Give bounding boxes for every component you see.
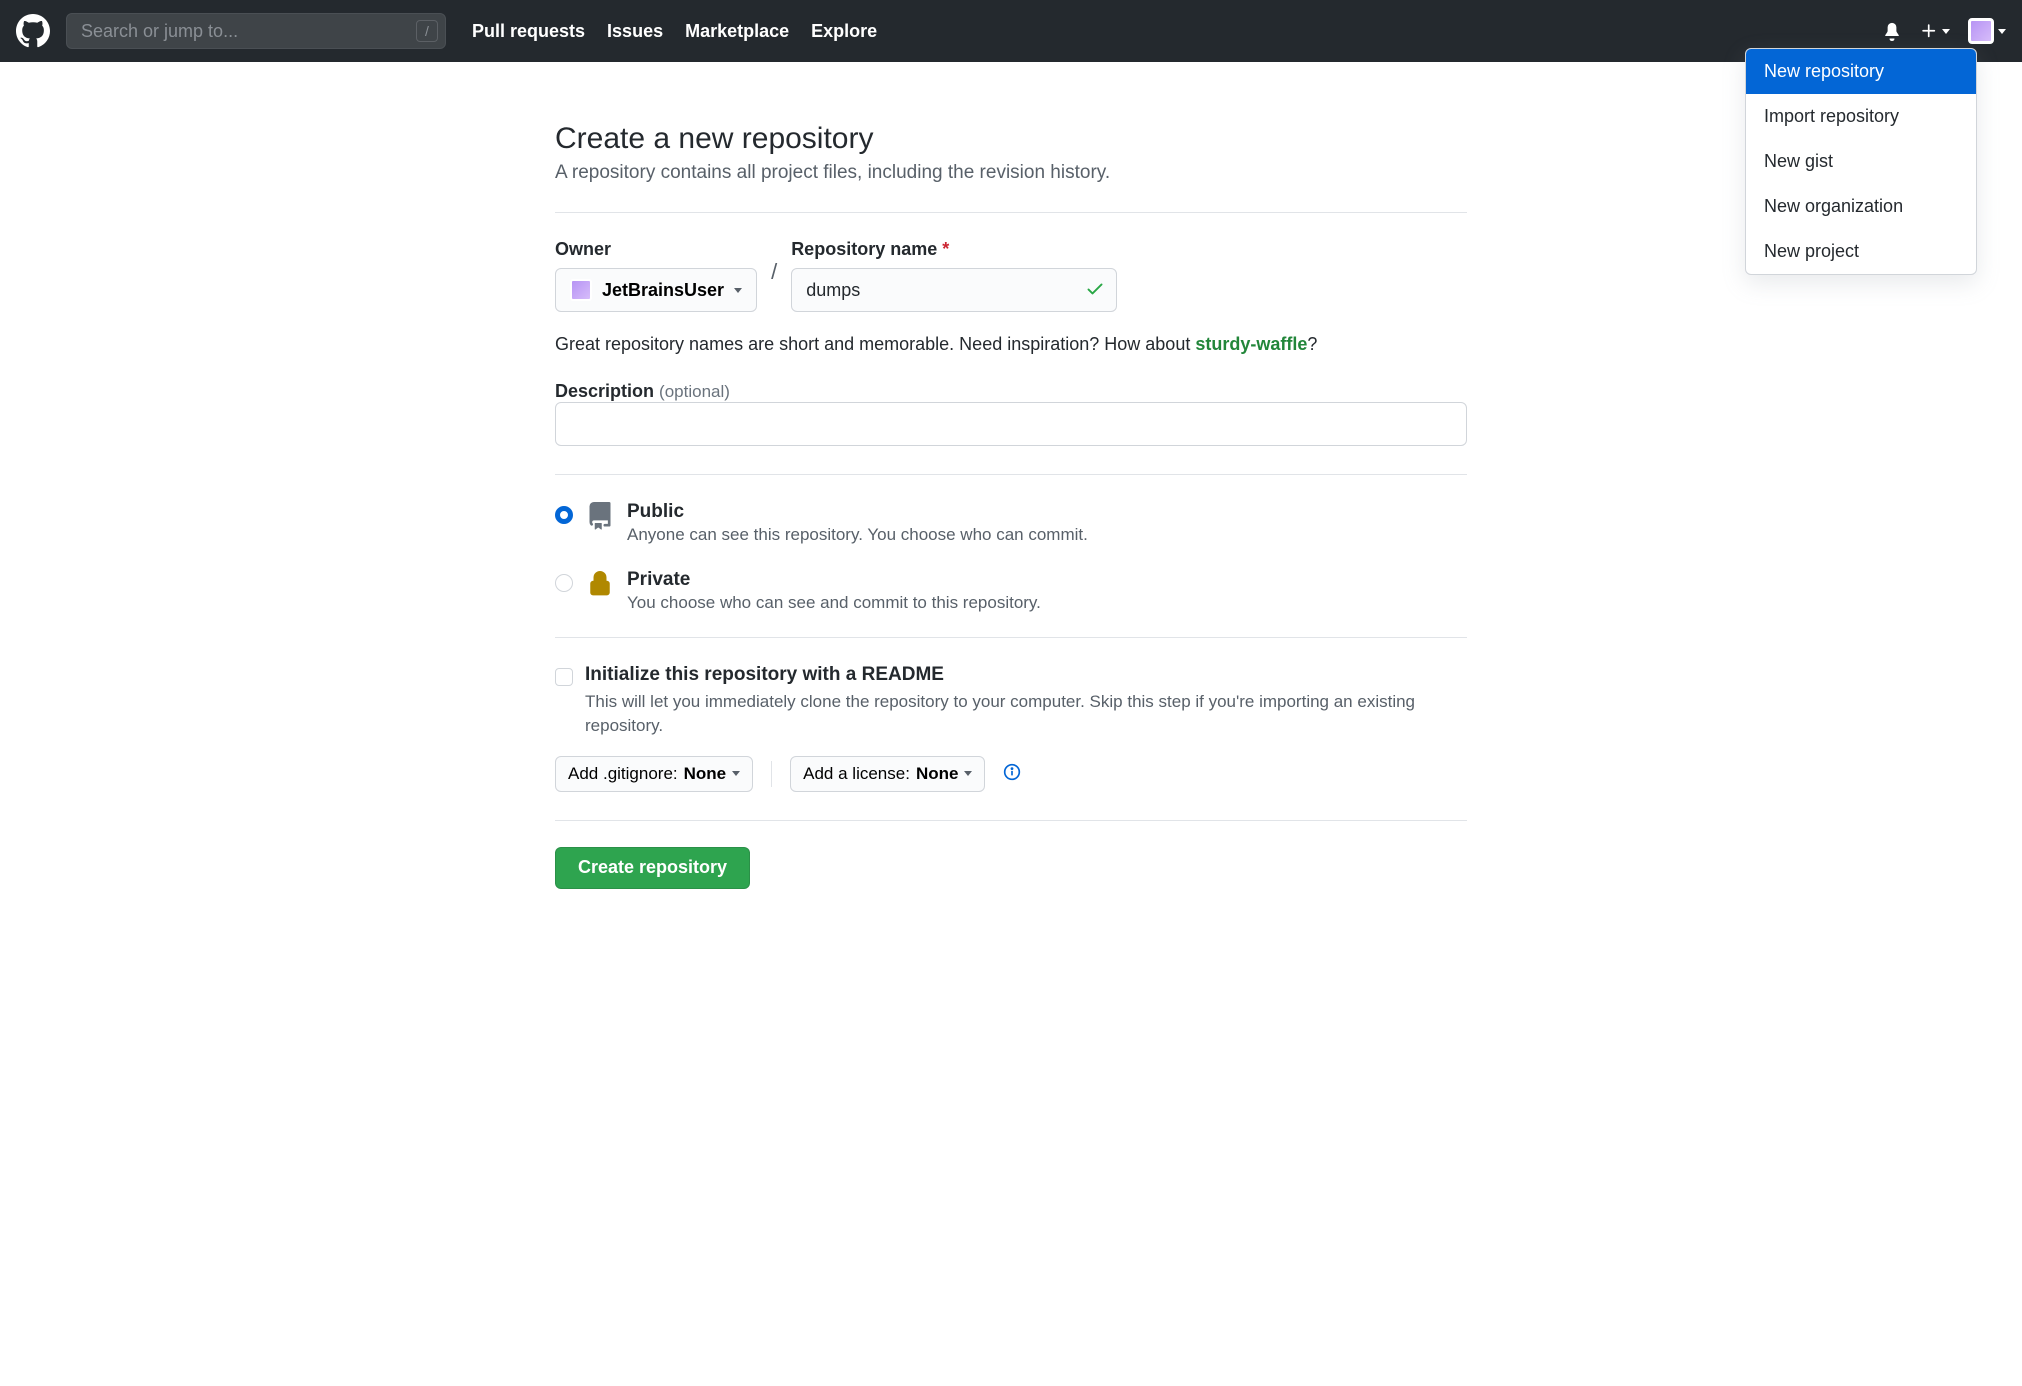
primary-nav: Pull requests Issues Marketplace Explore — [472, 21, 877, 42]
dropdown-new-organization[interactable]: New organization — [1746, 184, 1976, 229]
readme-desc: This will let you immediately clone the … — [585, 690, 1467, 738]
create-new-menu[interactable] — [1920, 22, 1950, 40]
private-title: Private — [627, 569, 1041, 591]
dropdown-import-repository[interactable]: Import repository — [1746, 94, 1976, 139]
public-title: Public — [627, 501, 1088, 523]
visibility-private-row[interactable]: Private You choose who can see and commi… — [555, 569, 1467, 613]
search-wrap: / — [66, 13, 446, 49]
nav-issues[interactable]: Issues — [607, 21, 663, 42]
check-icon — [1085, 279, 1105, 302]
divider — [555, 474, 1467, 475]
path-separator: / — [771, 259, 777, 293]
create-new-dropdown: New repository Import repository New gis… — [1745, 48, 1977, 275]
readme-row: Initialize this repository with a README… — [555, 664, 1467, 738]
lock-icon — [585, 569, 615, 599]
private-desc: You choose who can see and commit to thi… — [627, 593, 1041, 613]
license-select[interactable]: Add a license: None — [790, 756, 985, 792]
repo-name-label: Repository name * — [791, 239, 1117, 260]
dropdown-new-gist[interactable]: New gist — [1746, 139, 1976, 184]
nav-marketplace[interactable]: Marketplace — [685, 21, 789, 42]
private-radio[interactable] — [555, 574, 573, 592]
public-radio[interactable] — [555, 506, 573, 524]
visibility-public-row[interactable]: Public Anyone can see this repository. Y… — [555, 501, 1467, 545]
github-logo-icon[interactable] — [16, 14, 50, 48]
user-menu[interactable] — [1968, 18, 2006, 44]
divider — [555, 820, 1467, 821]
chevron-down-icon — [1998, 29, 2006, 34]
page-subtitle: A repository contains all project files,… — [555, 162, 1467, 184]
name-hint: Great repository names are short and mem… — [555, 334, 1467, 355]
divider — [555, 637, 1467, 638]
global-header: / Pull requests Issues Marketplace Explo… — [0, 0, 2022, 62]
chevron-down-icon — [732, 771, 740, 776]
owner-value: JetBrainsUser — [602, 280, 724, 301]
gitignore-select[interactable]: Add .gitignore: None — [555, 756, 753, 792]
dropdown-new-repository[interactable]: New repository — [1746, 49, 1976, 94]
readme-checkbox[interactable] — [555, 668, 573, 686]
avatar-icon — [1968, 18, 1994, 44]
main-content: Create a new repository A repository con… — [555, 62, 1467, 929]
search-input[interactable] — [66, 13, 446, 49]
public-desc: Anyone can see this repository. You choo… — [627, 525, 1088, 545]
page-title: Create a new repository — [555, 122, 1467, 156]
nav-pull-requests[interactable]: Pull requests — [472, 21, 585, 42]
owner-label: Owner — [555, 239, 757, 260]
dropdown-new-project[interactable]: New project — [1746, 229, 1976, 274]
header-actions — [1882, 18, 2006, 44]
chevron-down-icon — [1942, 29, 1950, 34]
repo-icon — [585, 501, 615, 531]
owner-select[interactable]: JetBrainsUser — [555, 268, 757, 312]
description-label: Description (optional) — [555, 381, 730, 401]
chevron-down-icon — [734, 288, 742, 293]
slash-key-icon: / — [416, 20, 438, 42]
readme-title: Initialize this repository with a README — [585, 664, 944, 685]
vertical-divider — [771, 761, 772, 787]
create-repository-button[interactable]: Create repository — [555, 847, 750, 889]
nav-explore[interactable]: Explore — [811, 21, 877, 42]
suggestion-link[interactable]: sturdy-waffle — [1195, 334, 1307, 354]
description-input[interactable] — [555, 402, 1467, 446]
divider — [555, 212, 1467, 213]
repo-name-input[interactable] — [791, 268, 1117, 312]
chevron-down-icon — [964, 771, 972, 776]
notifications-icon[interactable] — [1882, 21, 1902, 41]
info-icon[interactable] — [1003, 763, 1021, 784]
owner-avatar-icon — [570, 279, 592, 301]
